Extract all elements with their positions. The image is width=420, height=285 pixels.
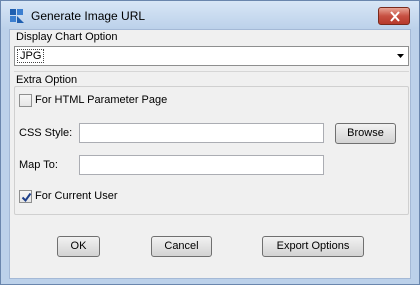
ok-button[interactable]: OK (57, 236, 100, 257)
html-param-checkbox[interactable] (19, 94, 32, 107)
checkmark-icon (21, 192, 32, 203)
window-title: Generate Image URL (31, 9, 146, 23)
cancel-button[interactable]: Cancel (151, 236, 212, 257)
close-button[interactable] (378, 7, 410, 25)
css-style-input[interactable] (79, 123, 324, 143)
chart-format-dropdown[interactable]: JPG (14, 46, 409, 66)
html-param-label[interactable]: For HTML Parameter Page (35, 94, 167, 106)
chart-format-value: JPG (17, 49, 45, 63)
chevron-down-icon (397, 54, 404, 58)
extra-option-label: Extra Option (16, 74, 78, 86)
css-style-label: CSS Style: (19, 127, 73, 139)
current-user-checkbox[interactable] (19, 190, 32, 203)
export-options-button[interactable]: Export Options (262, 236, 364, 257)
section-divider (14, 71, 409, 72)
dialog-window: Generate Image URL Display Chart Option … (0, 0, 420, 285)
browse-button[interactable]: Browse (335, 123, 396, 144)
display-chart-label: Display Chart Option (16, 31, 118, 43)
map-to-label: Map To: (19, 159, 58, 171)
title-bar[interactable]: Generate Image URL (1, 1, 419, 29)
app-icon (9, 8, 25, 24)
dialog-content: Display Chart Option JPG Extra Option Fo… (9, 29, 411, 279)
close-icon (390, 11, 400, 22)
current-user-label[interactable]: For Current User (35, 190, 118, 202)
map-to-input[interactable] (79, 155, 324, 175)
